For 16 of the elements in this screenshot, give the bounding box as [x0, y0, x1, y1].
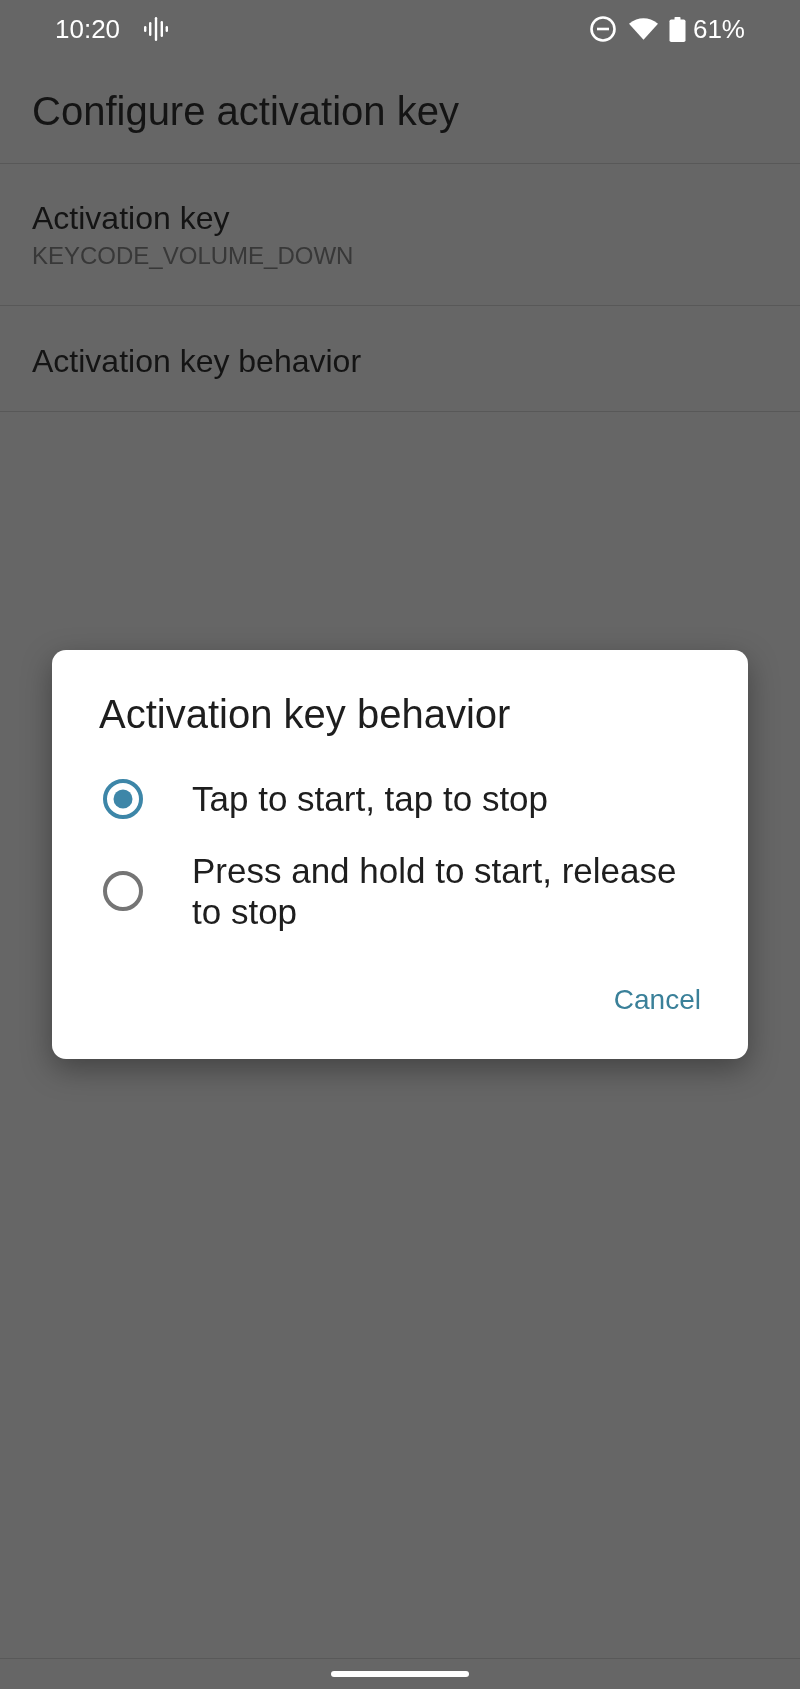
dialog-title: Activation key behavior	[99, 692, 511, 736]
home-handle[interactable]	[331, 1671, 469, 1677]
radio-button-selected[interactable]	[103, 778, 143, 819]
status-time: 10:20	[55, 14, 121, 44]
option-label[interactable]: Press and hold to start, release to stop	[192, 850, 708, 932]
radio-button[interactable]	[103, 871, 143, 911]
cancel-button[interactable]: Cancel	[613, 983, 701, 1017]
sound-wave-icon	[144, 17, 169, 41]
wifi-icon	[628, 18, 658, 40]
option-label[interactable]: Tap to start, tap to stop	[192, 778, 549, 819]
battery-percent: 61%	[692, 14, 745, 44]
preference-title[interactable]: Activation key	[32, 198, 230, 237]
preference-title[interactable]: Activation key behavior	[32, 342, 362, 380]
battery-icon	[668, 16, 686, 42]
screen-title: Configure activation key	[32, 87, 459, 134]
do-not-disturb-icon	[589, 16, 616, 42]
